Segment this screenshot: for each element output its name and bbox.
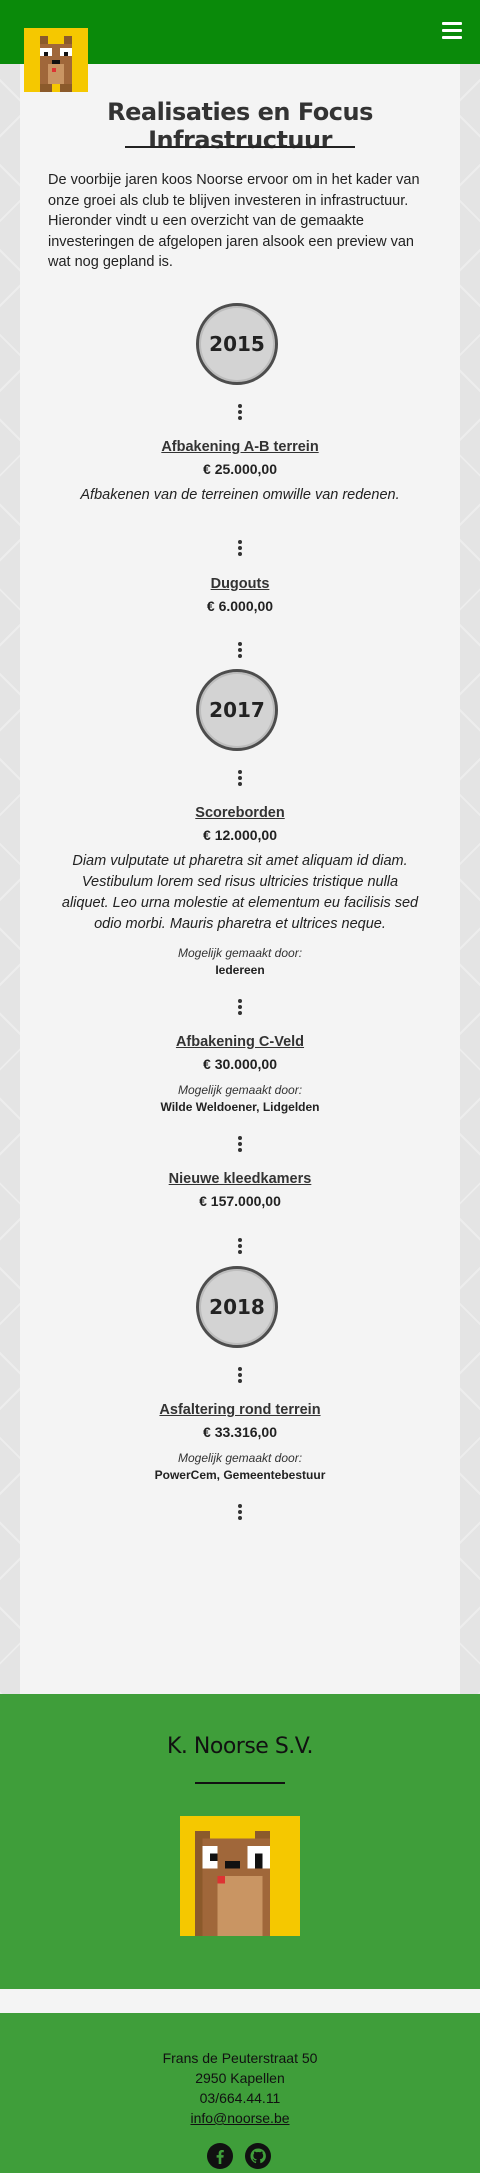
github-icon[interactable] xyxy=(245,2143,271,2169)
hamburger-icon xyxy=(442,22,462,25)
hamburger-line xyxy=(442,36,462,39)
contact-footer: Frans de Peuterstraat 50 2950 Kapellen 0… xyxy=(0,2013,480,2173)
item-title-scoreborden[interactable]: Scoreborden xyxy=(20,805,460,821)
intro-text: De voorbije jaren koos Noorse ervoor om … xyxy=(48,172,420,270)
footer-gap xyxy=(0,1989,480,2013)
year-badge-2015: 2015 xyxy=(196,303,278,385)
more-dots-icon xyxy=(237,770,243,786)
more-dots-icon xyxy=(237,999,243,1015)
more-dots-icon xyxy=(237,1136,243,1152)
item-description: Afbakenen van de terreinen omwille van r… xyxy=(80,487,400,503)
made-by-label: Mogelijk gemaakt door: xyxy=(177,1451,303,1465)
item-price: € 157.000,00 xyxy=(199,1193,281,1209)
made-by-names: PowerCem, Gemeentebestuur xyxy=(154,1468,326,1482)
item-title-afbakening-ab[interactable]: Afbakening A-B terrein xyxy=(20,439,460,455)
more-dots-icon xyxy=(237,1238,243,1254)
item-price: € 33.316,00 xyxy=(203,1424,277,1440)
item-title-asfaltering[interactable]: Asfaltering rond terrein xyxy=(20,1402,460,1418)
made-by-names: Wilde Weldoener, Lidgelden xyxy=(160,1100,320,1114)
club-name: K. Noorse S.V. xyxy=(167,1734,314,1759)
made-by-label: Mogelijk gemaakt door: xyxy=(177,1083,303,1097)
email-link[interactable]: info@noorse.be xyxy=(190,2110,289,2126)
club-footer: K. Noorse S.V. xyxy=(0,1694,480,1989)
more-dots-icon xyxy=(237,642,243,658)
item-price: € 30.000,00 xyxy=(203,1056,277,1072)
item-price: € 6.000,00 xyxy=(206,598,274,614)
more-dots-icon xyxy=(237,1504,243,1520)
made-by-names: Iedereen xyxy=(215,963,265,977)
facebook-icon[interactable] xyxy=(207,2143,233,2169)
content-card: Realisaties en Focus Infrastructuur De v… xyxy=(20,64,460,1694)
city-line: 2950 Kapellen xyxy=(195,2070,285,2086)
item-price: € 25.000,00 xyxy=(203,461,277,477)
item-title-afbakening-c[interactable]: Afbakening C-Veld xyxy=(20,1034,460,1050)
phone-line: 03/664.44.11 xyxy=(199,2090,281,2106)
year-badge-2017: 2017 xyxy=(196,669,278,751)
mascot-logo-large xyxy=(180,1816,300,1936)
year-badge-2018: 2018 xyxy=(196,1266,278,1348)
hamburger-line xyxy=(442,29,462,32)
item-price: € 12.000,00 xyxy=(203,827,277,843)
item-description: Diam vulputate ut pharetra sit amet aliq… xyxy=(61,853,419,932)
footer-divider xyxy=(195,1782,285,1784)
item-title-dugouts[interactable]: Dugouts xyxy=(20,576,460,592)
more-dots-icon xyxy=(237,404,243,420)
made-by-label: Mogelijk gemaakt door: xyxy=(177,946,303,960)
item-title-kleedkamers[interactable]: Nieuwe kleedkamers xyxy=(20,1171,460,1187)
more-dots-icon xyxy=(237,540,243,556)
address-line: Frans de Peuterstraat 50 xyxy=(162,2050,318,2066)
email-row: info@noorse.be xyxy=(0,2110,480,2126)
mascot-logo[interactable] xyxy=(24,28,88,92)
more-dots-icon xyxy=(237,1367,243,1383)
hamburger-menu-button[interactable] xyxy=(442,22,462,40)
title-divider xyxy=(125,146,355,148)
